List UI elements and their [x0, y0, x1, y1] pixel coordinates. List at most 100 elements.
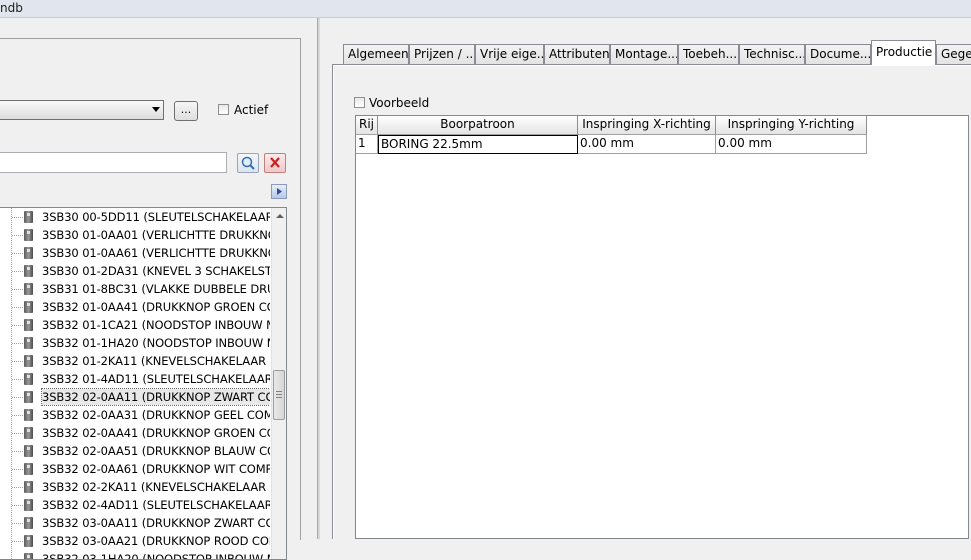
tree-item[interactable]: 3SB32 02-2KA11 (KNEVELSCHAKELAAR 0-1,	[0, 478, 270, 496]
component-icon	[24, 499, 33, 511]
grid-cell-rij[interactable]: 1	[356, 135, 378, 154]
tree-item-label: 3SB31 01-8BC31 (VLAKKE DUBBELE DRUKKI	[42, 282, 270, 296]
tree-item[interactable]: 3SB32 02-0AA51 (DRUKKNOP BLAUW COM	[0, 442, 270, 460]
expand-button[interactable]	[271, 184, 287, 199]
search-icon	[241, 156, 255, 170]
search-button[interactable]	[237, 153, 259, 173]
component-icon	[24, 373, 33, 385]
tree-item[interactable]: 3SB32 02-0AA41 (DRUKKNOP GROEN COM	[0, 424, 270, 442]
tree-item-label: 3SB32 02-0AA61 (DRUKKNOP WIT COMPLE	[42, 462, 270, 476]
tree-item[interactable]: 3SB30 01-0AA61 (VERLICHTTE DRUKKNOP	[0, 244, 270, 262]
grid-cell-y[interactable]: 0.00 mm	[716, 135, 867, 154]
tree-item-label: 3SB30 00-5DD11 (SLEUTELSCHAKELAAR PC	[42, 210, 270, 224]
grip-line	[276, 391, 282, 392]
component-icon	[24, 301, 33, 313]
tree-item-label: 3SB32 03-0AA21 (DRUKKNOP ROOD COMP	[42, 534, 270, 548]
component-icon	[24, 247, 33, 259]
tab-attributen[interactable]: Attributen	[544, 44, 610, 64]
tree-item-label: 3SB32 02-2KA11 (KNEVELSCHAKELAAR 0-1,	[42, 480, 270, 494]
right-pane: Algemeen Prijzen / ... Vrije eige... Attrib…	[320, 18, 971, 539]
tree-item-label: 3SB32 01-1CA21 (NOODSTOP INBOUW ME	[42, 318, 270, 332]
drill-pattern-grid[interactable]: Rij Boorpatroon Inspringing X-richting Insp…	[355, 115, 969, 539]
productie-panel: Voorbeeld Rij Boorpatroon Inspringing X-ri…	[332, 64, 971, 539]
browse-button[interactable]: ...	[174, 101, 198, 121]
tree-item[interactable]: 3SB32 01-1CA21 (NOODSTOP INBOUW ME	[0, 316, 270, 334]
tree-item-label: 3SB32 02-0AA41 (DRUKKNOP GROEN COM	[42, 426, 270, 440]
tree-scrollbar[interactable]	[271, 208, 286, 559]
tree-item[interactable]: 3SB30 00-5DD11 (SLEUTELSCHAKELAAR PC	[0, 208, 270, 226]
active-checkbox[interactable]	[218, 104, 229, 115]
clear-search-button[interactable]	[264, 153, 286, 173]
tree-item[interactable]: 3SB30 01-0AA01 (VERLICHTTE DRUKKNOP	[0, 226, 270, 244]
search-input[interactable]	[0, 152, 227, 173]
tree-item-label: 3SB30 01-2DA31 (KNEVEL 3 SCHAKELSTAN	[42, 264, 270, 278]
component-icon	[24, 391, 33, 403]
tree-item-label: 3SB30 01-0AA61 (VERLICHTTE DRUKKNOP	[42, 246, 270, 260]
component-icon	[24, 337, 33, 349]
tree-item[interactable]: 3SB31 01-8BC31 (VLAKKE DUBBELE DRUKKI	[0, 280, 270, 298]
tab-montage[interactable]: Montage...	[610, 44, 678, 64]
tree-item[interactable]: 3SB32 01-2KA11 (KNEVELSCHAKELAAR 1-0,	[0, 352, 270, 370]
tree-item[interactable]: 3SB32 01-4AD11 (SLEUTELSCHAKELAAR 1-(	[0, 370, 270, 388]
tree-item[interactable]: 3SB32 02-0AA11 (DRUKKNOP ZWART COM	[0, 388, 270, 406]
grip-line	[276, 397, 282, 398]
grid-cell-boorpatroon[interactable]: BORING 22.5mm	[378, 135, 578, 154]
scroll-thumb[interactable]	[273, 370, 285, 420]
tab-technisc[interactable]: Technisc...	[739, 44, 805, 64]
tree-item[interactable]: 3SB32 02-4AD11 (SLEUTELSCHAKELAAR 1-(	[0, 496, 270, 514]
tab-strip: Algemeen Prijzen / ... Vrije eige... Attrib…	[320, 40, 971, 65]
preview-label: Voorbeeld	[369, 96, 430, 110]
tree-item[interactable]: 3SB32 03-0AA21 (DRUKKNOP ROOD COMP	[0, 532, 270, 550]
component-icon	[24, 409, 33, 421]
tree-item[interactable]: 3SB32 03-1HA20 (NOODSTOP INBOUW ME	[0, 550, 270, 560]
left-group-box: ... Actief 3SB30 00-5DD11 (SLEUTELSCHAKE…	[0, 38, 301, 560]
grid-cell-x[interactable]: 0.00 mm	[578, 135, 716, 154]
preview-checkbox[interactable]	[354, 97, 365, 108]
tree-item[interactable]: 3SB30 01-2DA31 (KNEVEL 3 SCHAKELSTAN	[0, 262, 270, 280]
tree-item[interactable]: 3SB32 01-1HA20 (NOODSTOP INBOUW ME	[0, 334, 270, 352]
component-icon	[24, 481, 33, 493]
window-title: ndb	[0, 1, 23, 15]
category-combobox[interactable]	[0, 100, 164, 120]
tree-item-label: 3SB32 02-0AA11 (DRUKKNOP ZWART COM	[40, 388, 270, 406]
title-bar: ndb	[0, 0, 971, 18]
tree-item[interactable]: 3SB32 02-0AA61 (DRUKKNOP WIT COMPLE	[0, 460, 270, 478]
tree-item-label: 3SB32 02-0AA51 (DRUKKNOP BLAUW COM	[42, 444, 270, 458]
column-header[interactable]: Inspringing X-richting	[578, 116, 716, 135]
tree-item[interactable]: 3SB32 03-0AA11 (DRUKKNOP ZWART COM	[0, 514, 270, 532]
column-header[interactable]: Boorpatroon	[378, 116, 578, 135]
article-tree[interactable]: 3SB30 00-5DD11 (SLEUTELSCHAKELAAR PC 3SB3…	[0, 207, 287, 560]
tree-item[interactable]: 3SB32 01-0AA41 (DRUKKNOP GROEN COM	[0, 298, 270, 316]
tree-item-label: 3SB32 02-0AA31 (DRUKKNOP GEEL COMPL	[42, 408, 270, 422]
tree-item-label: 3SB32 02-4AD11 (SLEUTELSCHAKELAAR 1-(	[42, 498, 270, 512]
tab-vrije-eige[interactable]: Vrije eige...	[475, 44, 544, 64]
component-icon	[24, 427, 33, 439]
tree-item-label: 3SB30 01-0AA01 (VERLICHTTE DRUKKNOP	[42, 228, 270, 242]
tab-prijzen[interactable]: Prijzen / ...	[409, 44, 475, 64]
column-header[interactable]: Rij	[356, 116, 378, 135]
component-icon	[24, 517, 33, 529]
left-pane: ... Actief 3SB30 00-5DD11 (SLEUTELSCHAKE…	[0, 18, 317, 560]
tab-productie[interactable]: Productie	[871, 40, 936, 65]
component-icon	[24, 535, 33, 547]
tree-item-label: 3SB32 03-1HA20 (NOODSTOP INBOUW ME	[42, 552, 270, 560]
component-icon	[24, 355, 33, 367]
tree-item[interactable]: 3SB32 02-0AA31 (DRUKKNOP GEEL COMPL	[0, 406, 270, 424]
tree-item-label: 3SB32 03-0AA11 (DRUKKNOP ZWART COM	[42, 516, 270, 530]
chevron-down-icon	[152, 107, 160, 112]
tab-docume[interactable]: Docume...	[805, 44, 871, 64]
close-icon	[270, 157, 280, 168]
active-label: Actief	[234, 103, 269, 117]
tab-toebeh[interactable]: Toebeh...	[678, 44, 739, 64]
component-icon	[24, 211, 33, 223]
scroll-up-arrow-icon[interactable]	[276, 214, 284, 218]
component-icon	[24, 445, 33, 457]
play-icon	[277, 188, 282, 195]
component-icon	[24, 463, 33, 475]
tab-algemeen[interactable]: Algemeen	[343, 44, 409, 64]
tab-gege[interactable]: Gege	[936, 44, 971, 64]
tree-item-label: 3SB32 01-0AA41 (DRUKKNOP GROEN COM	[42, 300, 270, 314]
column-header[interactable]: Inspringing Y-richting	[716, 116, 867, 135]
component-icon	[24, 283, 33, 295]
component-icon	[24, 229, 33, 241]
